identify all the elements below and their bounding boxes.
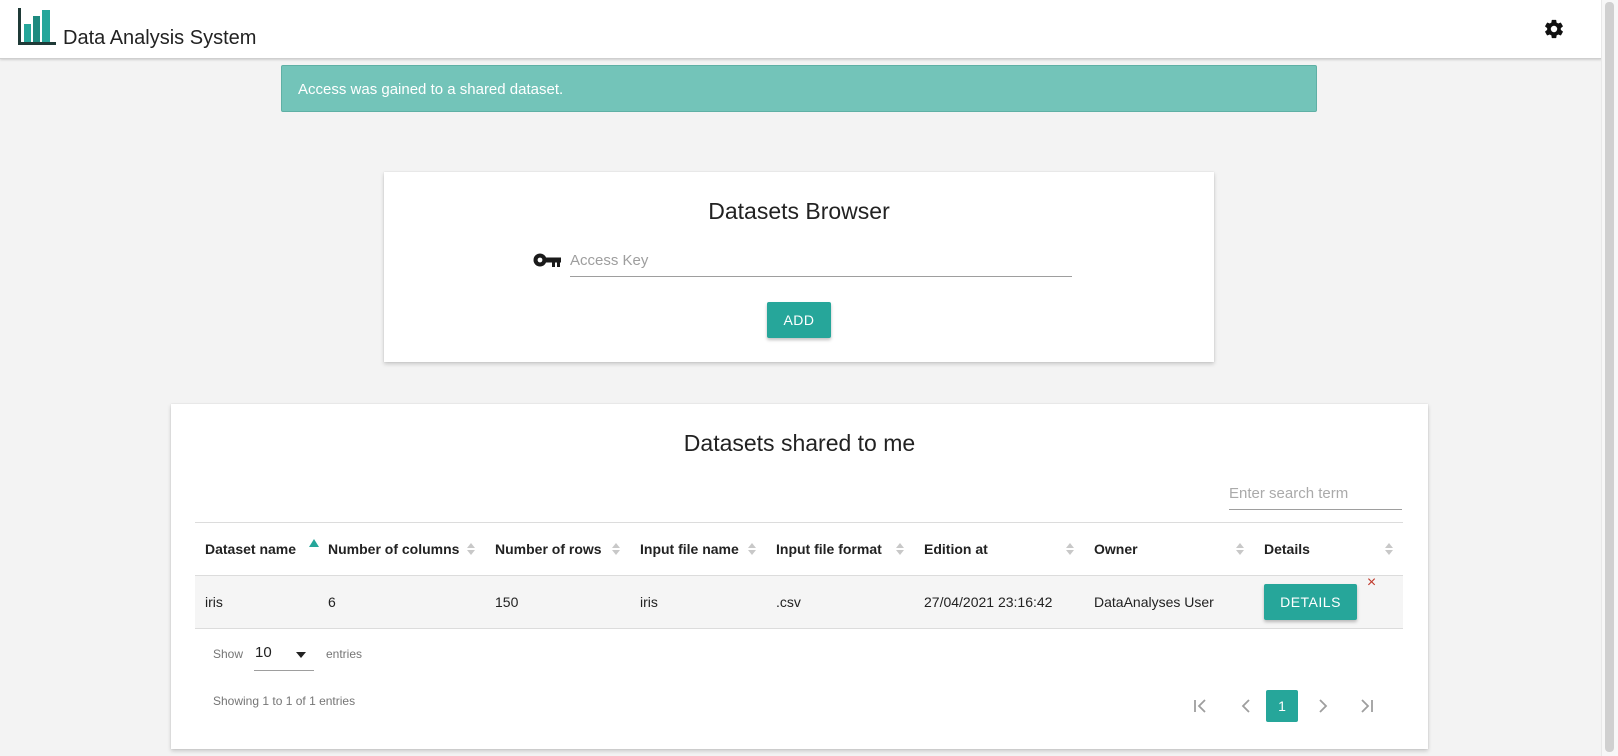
table-info: Showing 1 to 1 of 1 entries xyxy=(213,694,356,708)
column-header-dataset-name[interactable]: Dataset name xyxy=(195,522,319,576)
bar-chart-logo-icon xyxy=(18,8,56,45)
column-header-owner[interactable]: Owner xyxy=(1084,522,1254,576)
sort-icon xyxy=(1385,543,1393,555)
column-header-input-file-format[interactable]: Input file format xyxy=(766,522,914,576)
sort-icon xyxy=(1066,543,1074,555)
sort-icon xyxy=(612,543,620,555)
table-row: iris 6 150 iris .csv 27/04/2021 23:16:42… xyxy=(195,574,1403,629)
key-icon xyxy=(533,253,561,267)
column-header-label: Edition at xyxy=(924,541,988,557)
column-header-number-of-rows[interactable]: Number of rows xyxy=(485,522,630,576)
column-header-label: Number of rows xyxy=(495,541,602,557)
cell-number-of-columns: 6 xyxy=(318,575,485,629)
cell-dataset-name: iris xyxy=(195,575,318,629)
show-label: Show xyxy=(213,647,244,661)
access-key-input[interactable] xyxy=(570,244,1072,277)
column-header-label: Details xyxy=(1264,541,1310,557)
column-header-label: Input file name xyxy=(640,541,739,557)
search-input[interactable] xyxy=(1229,477,1402,510)
entries-per-page-value: 10 xyxy=(255,644,272,661)
remove-icon[interactable]: × xyxy=(1367,574,1376,592)
page-1-button[interactable]: 1 xyxy=(1266,690,1298,722)
column-header-details[interactable]: Details xyxy=(1254,522,1403,576)
details-button[interactable]: DETAILS xyxy=(1264,584,1357,620)
cell-details: DETAILS × xyxy=(1254,574,1403,629)
table-header-row: Dataset name Number of columns Number of… xyxy=(195,522,1403,576)
gear-icon[interactable] xyxy=(1543,18,1565,40)
chevron-right-icon xyxy=(1319,699,1328,713)
scrollbar-thumb[interactable] xyxy=(1605,2,1614,752)
sort-icon xyxy=(1236,543,1244,555)
add-button[interactable]: ADD xyxy=(767,302,831,338)
previous-page-button[interactable] xyxy=(1231,690,1261,722)
last-page-icon xyxy=(1361,699,1373,713)
column-header-number-of-columns[interactable]: Number of columns xyxy=(318,522,485,576)
first-page-icon xyxy=(1194,699,1206,713)
success-alert: Access was gained to a shared dataset. xyxy=(281,65,1317,112)
datasets-shared-card: Datasets shared to me Dataset name Numbe… xyxy=(171,404,1428,749)
datasets-browser-title: Datasets Browser xyxy=(708,198,890,224)
column-header-edition-at[interactable]: Edition at xyxy=(914,522,1084,576)
datasets-table: Dataset name Number of columns Number of… xyxy=(195,522,1403,629)
last-page-button[interactable] xyxy=(1351,690,1381,722)
sort-icon xyxy=(748,543,756,555)
datasets-browser-card: Datasets Browser ADD xyxy=(384,172,1214,362)
column-header-input-file-name[interactable]: Input file name xyxy=(630,522,766,576)
sort-icon xyxy=(896,543,904,555)
cell-input-file-format: .csv xyxy=(766,575,914,629)
caret-down-icon xyxy=(296,652,306,658)
entries-label: entries xyxy=(326,647,363,661)
vertical-scrollbar[interactable] xyxy=(1601,0,1618,756)
column-header-label: Owner xyxy=(1094,541,1138,557)
column-header-label: Number of columns xyxy=(328,541,460,557)
top-navbar: Data Analysis System xyxy=(0,0,1602,59)
column-header-label: Dataset name xyxy=(205,541,297,557)
cell-owner: DataAnalyses User xyxy=(1084,575,1254,629)
next-page-button[interactable] xyxy=(1308,690,1338,722)
cell-edition-at: 27/04/2021 23:16:42 xyxy=(914,575,1084,629)
first-page-button[interactable] xyxy=(1186,690,1216,722)
sort-icon xyxy=(467,543,475,555)
cell-number-of-rows: 150 xyxy=(485,575,630,629)
app-title[interactable]: Data Analysis System xyxy=(63,27,256,50)
entries-per-page-select[interactable]: 10 xyxy=(254,636,314,671)
column-header-label: Input file format xyxy=(776,541,882,557)
datasets-shared-title: Datasets shared to me xyxy=(683,430,916,456)
cell-input-file-name: iris xyxy=(630,575,766,629)
chevron-left-icon xyxy=(1241,699,1250,713)
